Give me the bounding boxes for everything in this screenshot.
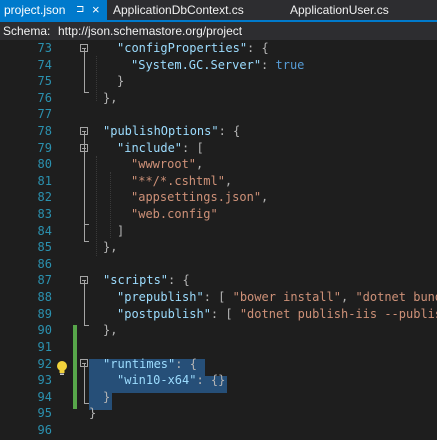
tab-bar: project.json ⊐ × ApplicationDbContext.cs… — [0, 0, 437, 20]
code-line: 85}, — [0, 239, 437, 256]
json-punctuation: , — [340, 290, 356, 304]
code-line: 73 "configProperties": { — [0, 40, 437, 57]
schema-label: Schema: — [3, 24, 51, 38]
line-number: 87 — [37, 273, 52, 287]
json-string: "bower install" — [232, 290, 341, 304]
json-punctuation: : {} — [196, 373, 226, 387]
code-line: 93 "win10-x64": {} — [0, 372, 437, 389]
line-number: 74 — [37, 58, 52, 72]
json-punctuation: : [ — [210, 307, 240, 321]
json-string: "web.config" — [131, 207, 218, 221]
json-key: "runtimes" — [103, 357, 176, 371]
json-key: "scripts" — [103, 273, 169, 287]
line-number: 85 — [37, 240, 52, 254]
code-line: 94} — [0, 389, 437, 406]
json-punctuation: : — [261, 58, 276, 72]
json-punctuation: }, — [103, 240, 118, 254]
line-number: 94 — [37, 390, 52, 404]
json-punctuation: : { — [218, 124, 241, 138]
code-line: 84] — [0, 223, 437, 240]
line-number: 92 — [37, 357, 52, 371]
code-line: 96 — [0, 422, 437, 439]
line-number: 88 — [37, 290, 52, 304]
json-punctuation: , — [261, 190, 269, 204]
line-number: 83 — [37, 207, 52, 221]
json-key: "include" — [117, 141, 183, 155]
line-number: 79 — [37, 141, 52, 155]
json-punctuation: : [ — [203, 290, 233, 304]
json-key: "publishOptions" — [103, 124, 219, 138]
json-string: "dotnet bundle — [355, 290, 437, 304]
line-number: 75 — [37, 74, 52, 88]
json-value: true — [275, 58, 305, 72]
line-number: 91 — [37, 340, 52, 354]
tab-label: project.json — [4, 3, 66, 17]
json-string: "**/*.cshtml" — [131, 174, 225, 188]
code-line: 83 "web.config" — [0, 206, 437, 223]
code-line: 92 "runtimes": { — [0, 356, 437, 373]
schema-url[interactable]: http://json.schemastore.org/project — [58, 22, 242, 40]
json-punctuation: } — [117, 74, 125, 88]
schema-bar: Schema: http://json.schemastore.org/proj… — [0, 22, 437, 40]
json-punctuation: : [ — [182, 141, 204, 155]
tab-label: ApplicationDbContext.cs — [113, 3, 244, 17]
line-number: 76 — [37, 91, 52, 105]
json-punctuation: } — [103, 390, 111, 404]
json-key: "configProperties" — [117, 41, 248, 55]
line-number: 86 — [37, 257, 52, 271]
json-string: "wwwroot" — [131, 157, 197, 171]
json-punctuation: , — [224, 174, 233, 188]
code-line: 79 "include": [ — [0, 140, 437, 157]
json-key: "prepublish" — [117, 290, 204, 304]
json-punctuation: }, — [103, 323, 118, 337]
code-editor[interactable]: 73 "configProperties": { 74 "System.GC.Ser… — [0, 40, 437, 440]
code-line: 78 "publishOptions": { — [0, 123, 437, 140]
line-number: 81 — [37, 174, 52, 188]
line-number: 89 — [37, 307, 52, 321]
line-number: 96 — [37, 423, 52, 437]
code-line: 75} — [0, 73, 437, 90]
code-line: 88 "prepublish": [ "bower install", "dotn… — [0, 289, 437, 306]
tab-project-json[interactable]: project.json ⊐ × — [0, 0, 107, 20]
code-line: 95} — [0, 405, 437, 422]
line-number: 84 — [37, 224, 52, 238]
pin-icon[interactable]: ⊐ — [76, 0, 84, 20]
code-line: 82 "appsettings.json", — [0, 189, 437, 206]
json-punctuation: } — [89, 406, 97, 420]
json-punctuation: : { — [168, 273, 190, 287]
code-line: 74 "System.GC.Server": true — [0, 57, 437, 74]
json-key: "postpublish" — [117, 307, 211, 321]
close-icon[interactable]: × — [92, 0, 100, 20]
code-line: 76}, — [0, 90, 437, 107]
code-line: 90}, — [0, 322, 437, 339]
code-line: 86 — [0, 256, 437, 273]
line-number: 95 — [37, 406, 52, 420]
json-punctuation: }, — [103, 91, 118, 105]
line-number: 73 — [37, 41, 52, 55]
json-punctuation: : { — [175, 357, 197, 371]
code-line: 77 — [0, 106, 437, 123]
json-punctuation: : { — [247, 41, 269, 55]
line-number: 78 — [37, 124, 52, 138]
code-line: 80 "wwwroot", — [0, 156, 437, 173]
line-number: 82 — [37, 190, 52, 204]
json-punctuation: , — [196, 157, 204, 171]
tab-applicationdbcontext[interactable]: ApplicationDbContext.cs — [113, 0, 244, 20]
json-key: "win10-x64" — [117, 373, 197, 387]
json-string: "dotnet publish-iis --publish — [239, 307, 437, 321]
json-punctuation: ] — [117, 224, 125, 238]
line-number: 93 — [37, 373, 52, 387]
tab-label: ApplicationUser.cs — [290, 3, 389, 17]
tab-applicationuser[interactable]: ApplicationUser.cs — [290, 0, 389, 20]
line-number: 80 — [37, 157, 52, 171]
code-line: 81 "**/*.cshtml", — [0, 173, 437, 190]
code-line: 89 "postpublish": [ "dotnet publish-iis -… — [0, 306, 437, 323]
line-number: 77 — [37, 107, 52, 121]
json-key: "System.GC.Server" — [131, 58, 262, 72]
line-number: 90 — [37, 323, 52, 337]
json-string: "appsettings.json" — [131, 190, 262, 204]
code-line: 91 — [0, 339, 437, 356]
code-line: 87 "scripts": { — [0, 272, 437, 289]
